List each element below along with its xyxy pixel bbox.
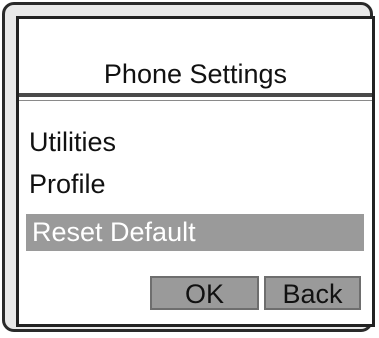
device-frame: Phone Settings Utilities Profile Reset D… <box>2 2 375 332</box>
screen-title: Phone Settings <box>103 59 288 89</box>
lcd-screen: Phone Settings Utilities Profile Reset D… <box>16 16 375 327</box>
menu-item-reset-default[interactable]: Reset Default <box>26 214 364 251</box>
ok-button[interactable]: OK <box>150 276 259 310</box>
menu-item-utilities[interactable]: Utilities <box>29 127 116 157</box>
back-button[interactable]: Back <box>264 276 361 310</box>
title-bar: Phone Settings <box>19 19 372 101</box>
menu-item-profile[interactable]: Profile <box>29 169 106 199</box>
